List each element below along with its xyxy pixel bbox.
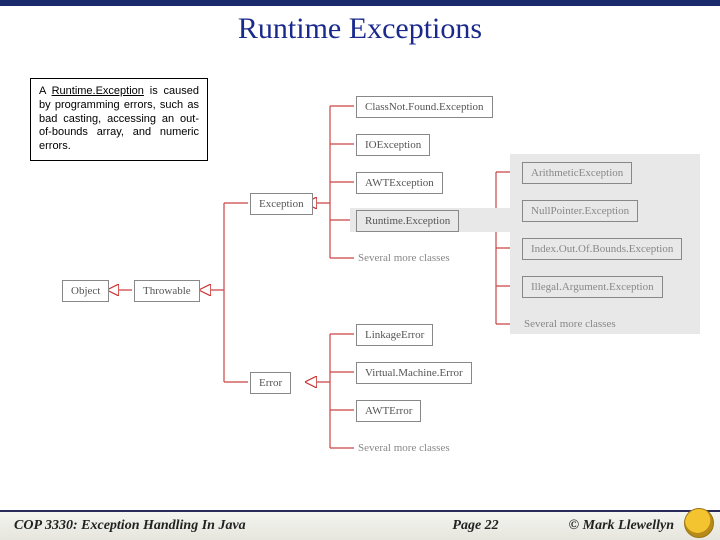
- node-runtimeexception: Runtime.Exception: [356, 210, 459, 232]
- node-awterror: AWTError: [356, 400, 421, 422]
- ucf-logo-icon: [684, 508, 714, 538]
- more-exception: Several more classes: [358, 252, 450, 264]
- node-throwable: Throwable: [134, 280, 200, 302]
- node-linkageerror: LinkageError: [356, 324, 433, 346]
- top-accent-bar: [0, 0, 720, 6]
- node-classnotfound: ClassNot.Found.Exception: [356, 96, 493, 118]
- footer-bar: COP 3330: Exception Handling In Java Pag…: [0, 510, 720, 540]
- node-nullpointer: NullPointer.Exception: [522, 200, 638, 222]
- node-illegalarg: Illegal.Argument.Exception: [522, 276, 663, 298]
- slide-title: Runtime Exceptions: [0, 12, 720, 46]
- node-arithmetic: ArithmeticException: [522, 162, 632, 184]
- node-error: Error: [250, 372, 291, 394]
- hierarchy-diagram: Object Throwable Exception Error ClassNo…: [0, 72, 720, 472]
- node-exception: Exception: [250, 193, 313, 215]
- more-runtime: Several more classes: [524, 318, 616, 330]
- node-vmerror: Virtual.Machine.Error: [356, 362, 472, 384]
- footer-course: COP 3330: Exception Handling In Java: [0, 518, 246, 534]
- node-awtexception: AWTException: [356, 172, 443, 194]
- more-error: Several more classes: [358, 442, 450, 454]
- node-object: Object: [62, 280, 109, 302]
- node-indexoob: Index.Out.Of.Bounds.Exception: [522, 238, 682, 260]
- node-ioexception: IOException: [356, 134, 430, 156]
- footer-page: Page 22: [452, 518, 568, 534]
